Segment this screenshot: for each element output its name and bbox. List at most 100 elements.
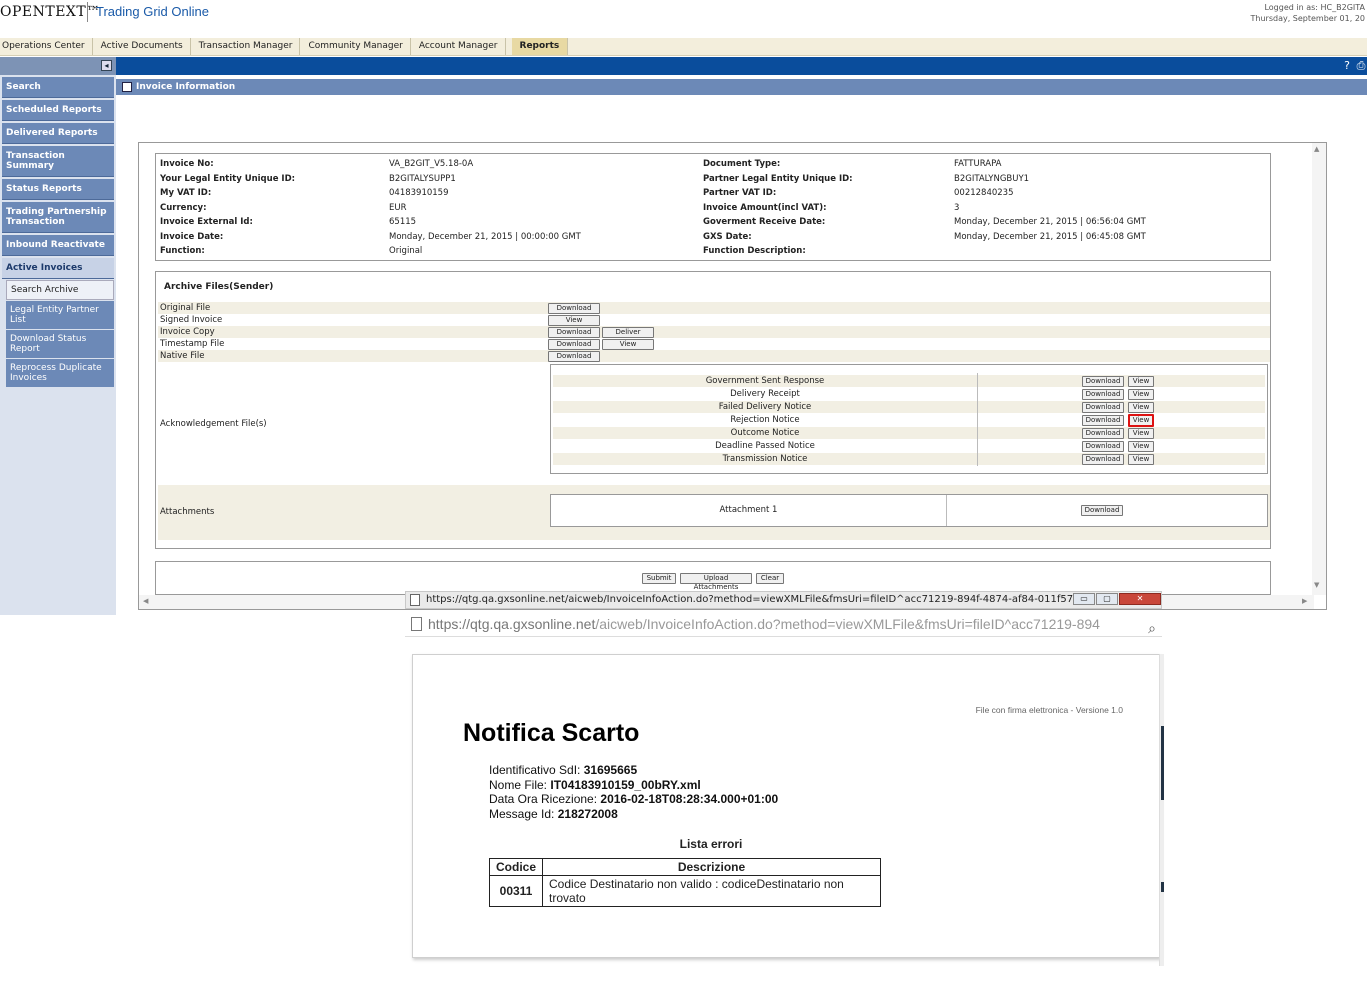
maximize-icon[interactable]: ▢ — [1096, 593, 1118, 605]
sidebar-subitem-download-status-report[interactable]: Download Status Report — [6, 330, 114, 358]
sidebar-subitem-search-archive[interactable]: Search Archive — [6, 280, 114, 300]
ack-download-button[interactable]: Download — [1082, 441, 1124, 452]
timestamp-view-button[interactable]: View — [602, 339, 654, 350]
rejection-notice-view-button[interactable]: View — [1128, 414, 1154, 427]
vertical-scrollbar[interactable]: ▲ ▼ — [1312, 143, 1326, 595]
invoice-info-box: Invoice No: VA_B2GIT_V5.18-0A Your Legal… — [155, 153, 1271, 261]
invoice-frame: Invoice No: VA_B2GIT_V5.18-0A Your Legal… — [138, 142, 1327, 610]
ack-row: Rejection Notice Download View — [553, 412, 1265, 427]
ack-view-button[interactable]: View — [1128, 389, 1154, 400]
sidebar-item-transaction-summary[interactable]: Transaction Summary — [2, 146, 114, 177]
archive-files-box: Archive Files(Sender) Original File Down… — [155, 271, 1271, 549]
address-path: /aicweb/InvoiceInfoAction.do?method=view… — [595, 616, 1100, 632]
ack-view-button[interactable]: View — [1128, 376, 1154, 387]
sidebar-item-inbound-reactivate[interactable]: Inbound Reactivate — [2, 235, 114, 256]
timestamp-download-button[interactable]: Download — [548, 339, 600, 350]
close-icon[interactable]: ✕ — [1119, 593, 1161, 605]
popup-window-title: https://qtg.qa.gxsonline.net/aicweb/Invo… — [426, 594, 1083, 605]
file-name-line: Nome File: IT04183910159_00bRY.xml — [489, 778, 701, 792]
window-controls: ▭ ▢ ✕ — [1072, 592, 1161, 608]
ack-name: Delivery Receipt — [730, 389, 800, 399]
scroll-left-icon[interactable]: ◀ — [143, 597, 148, 605]
ack-view-button[interactable]: View — [1128, 402, 1154, 413]
sidebar-item-delivered-reports[interactable]: Delivered Reports — [2, 123, 114, 144]
invoice-no-value: VA_B2GIT_V5.18-0A — [389, 159, 474, 169]
page-icon — [411, 617, 422, 631]
vat-id-label: My VAT ID: — [160, 188, 212, 198]
gov-receive-date-label: Goverment Receive Date: — [703, 217, 826, 227]
ack-view-button[interactable]: View — [1128, 428, 1154, 439]
sidebar-item-trading-partnership-transaction[interactable]: Trading Partnership Transaction — [2, 202, 114, 233]
scroll-down-icon[interactable]: ▼ — [1314, 581, 1319, 589]
tab-community-manager[interactable]: Community Manager — [306, 38, 411, 55]
invoice-no-label: Invoice No: — [160, 159, 214, 169]
search-icon[interactable]: ⌕ — [1148, 615, 1156, 636]
ack-view-button[interactable]: View — [1128, 454, 1154, 465]
section-header: Invoice Information — [116, 79, 1367, 95]
upload-attachments-button[interactable]: Upload Attachments — [680, 573, 752, 591]
ack-download-button[interactable]: Download — [1082, 389, 1124, 400]
currency-value: EUR — [389, 203, 407, 213]
gov-receive-date-value: Monday, December 21, 2015 | 06:56:04 GMT — [954, 217, 1146, 227]
ack-download-button[interactable]: Download — [1082, 376, 1124, 387]
scroll-up-icon[interactable]: ▲ — [1314, 145, 1319, 153]
invoice-copy-download-button[interactable]: Download — [548, 327, 600, 338]
sidebar-item-status-reports[interactable]: Status Reports — [2, 179, 114, 200]
ack-download-button[interactable]: Download — [1082, 402, 1124, 413]
sidebar-subitem-reprocess-duplicate-invoices[interactable]: Reprocess Duplicate Invoices — [6, 359, 114, 387]
sidebar-toggle-bar: ◂ — [0, 57, 116, 75]
attachments-table: Attachment 1 Download — [550, 494, 1268, 527]
ack-name: Transmission Notice — [722, 454, 808, 464]
invoice-copy-deliver-button[interactable]: Deliver — [602, 327, 654, 338]
opentext-logo: OPENTEXT™ — [0, 4, 101, 20]
description-header: Descrizione — [542, 858, 882, 876]
attachment-download-button[interactable]: Download — [1081, 505, 1123, 516]
sidebar-item-scheduled-reports[interactable]: Scheduled Reports — [2, 100, 114, 121]
error-description: Codice Destinatario non valido : codiceD… — [542, 875, 882, 907]
sidebar-item-active-invoices[interactable]: Active Invoices — [2, 258, 114, 279]
error-code: 00311 — [488, 875, 544, 907]
ack-name: Deadline Passed Notice — [715, 441, 815, 451]
popup-scrollbar[interactable] — [1159, 654, 1164, 966]
ack-view-button[interactable]: View — [1128, 441, 1154, 452]
scroll-right-icon[interactable]: ▶ — [1302, 597, 1307, 605]
ack-row: Deadline Passed Notice Download View — [553, 438, 1265, 453]
help-icon[interactable]: ? — [1341, 59, 1353, 73]
tab-operations-center[interactable]: Operations Center — [0, 38, 93, 55]
ack-download-button[interactable]: Download — [1082, 428, 1124, 439]
ack-row: Transmission Notice Download View — [553, 451, 1265, 466]
ack-row: Outcome Notice Download View — [553, 425, 1265, 440]
tab-account-manager[interactable]: Account Manager — [417, 38, 506, 55]
tab-active-documents[interactable]: Active Documents — [99, 38, 191, 55]
sidebar-item-search[interactable]: Search — [2, 77, 114, 98]
signed-invoice-view-button[interactable]: View — [548, 315, 600, 326]
message-id-value: 218272008 — [557, 807, 618, 821]
ack-download-button[interactable]: Download — [1082, 415, 1124, 426]
sidebar-subitem-legal-entity-partner-list[interactable]: Legal Entity Partner List — [6, 301, 114, 329]
ack-download-button[interactable]: Download — [1082, 454, 1124, 465]
vat-id-value: 04183910159 — [389, 188, 449, 198]
minimize-icon[interactable]: ▭ — [1073, 593, 1095, 605]
document-type-label: Document Type: — [703, 159, 781, 169]
original-file-download-button[interactable]: Download — [548, 303, 600, 314]
file-name: Invoice Copy — [160, 327, 215, 337]
gxs-date-label: GXS Date: — [703, 232, 752, 242]
invoice-amount-value: 3 — [954, 203, 960, 213]
signature-note: File con firma elettronica - Versione 1.… — [975, 705, 1123, 715]
collapse-sidebar-icon[interactable]: ◂ — [101, 60, 112, 71]
address-bar[interactable]: https://qtg.qa.gxsonline.net/aicweb/Invo… — [405, 611, 1162, 637]
tab-transaction-manager[interactable]: Transaction Manager — [197, 38, 301, 55]
native-file-download-button[interactable]: Download — [548, 351, 600, 362]
current-date: Thursday, September 01, 20 — [1250, 14, 1366, 23]
sdi-id-value: 31695665 — [583, 763, 638, 777]
actions-box: Submit Upload Attachments Clear — [155, 561, 1271, 595]
function-description-label: Function Description: — [703, 246, 806, 256]
file-row-original: Original File Download — [158, 302, 1270, 314]
logo-divider — [87, 2, 88, 22]
print-icon[interactable]: ⎙ — [1355, 59, 1367, 73]
section-collapse-icon[interactable] — [122, 82, 132, 92]
clear-button[interactable]: Clear — [756, 573, 784, 584]
legal-entity-id-label: Your Legal Entity Unique ID: — [160, 174, 296, 184]
tab-reports[interactable]: Reports — [511, 38, 569, 55]
submit-button[interactable]: Submit — [642, 573, 676, 584]
